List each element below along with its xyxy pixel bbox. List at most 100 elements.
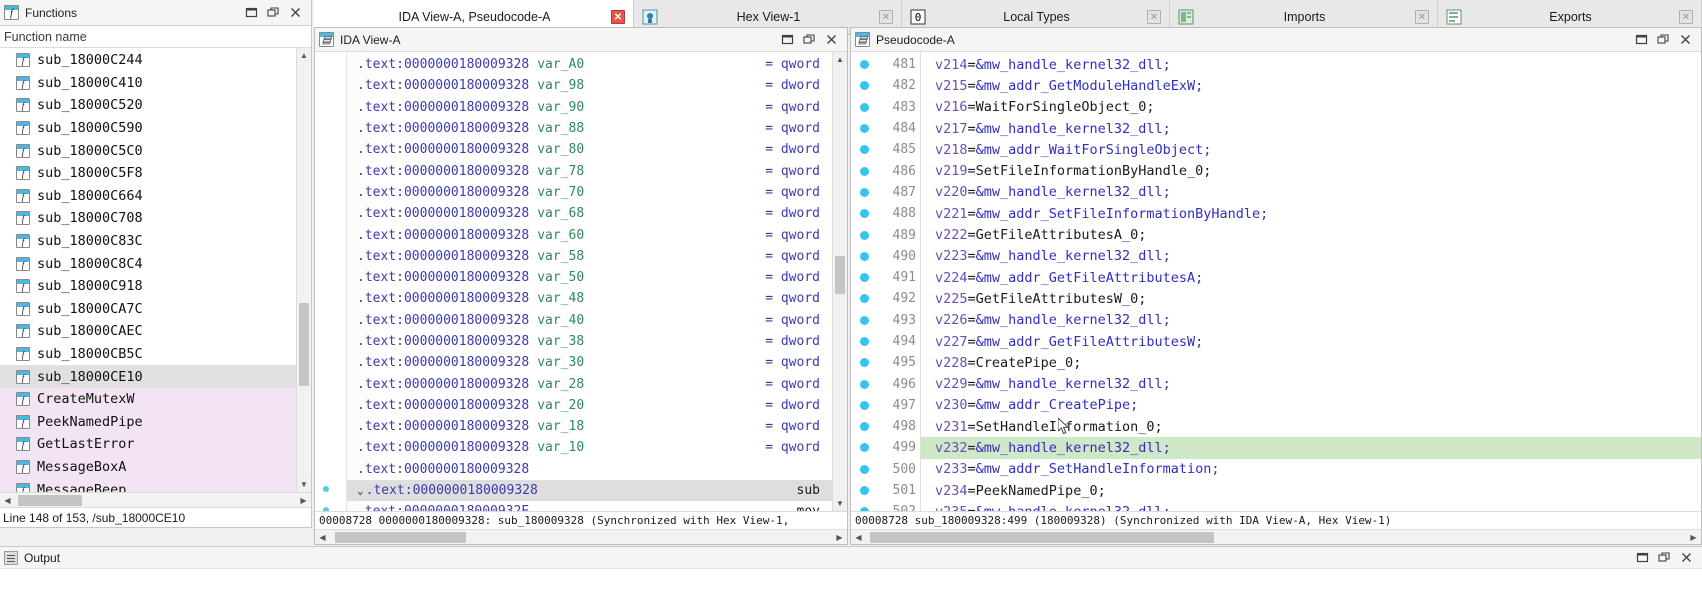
pseudocode-line-dot-icon[interactable] [859, 60, 869, 70]
function-list-item[interactable]: f sub_18000CAEC [0, 320, 296, 343]
pseudocode-breakpoint-row[interactable] [851, 437, 877, 458]
pseudocode-line-dot-icon[interactable] [859, 358, 869, 368]
pseudocode-line-dot-icon[interactable] [859, 166, 869, 176]
pseudocode-line[interactable]: v222 = GetFileAttributesA_0; [921, 224, 1701, 245]
pseudocode-line-dot-icon[interactable] [859, 400, 869, 410]
pseudocode-line[interactable]: v234 = PeekNamedPipe_0; [921, 480, 1701, 501]
vscroll-track[interactable] [297, 63, 311, 477]
pseudocode-line-dot-icon[interactable] [859, 422, 869, 432]
pseudocode-breakpoint-row[interactable] [851, 459, 877, 480]
ida-view-close-icon[interactable] [825, 33, 838, 46]
tab-close-icon[interactable]: ✕ [1679, 10, 1693, 24]
pseudocode-breakpoint-row[interactable] [851, 139, 877, 160]
tab-close-icon[interactable]: ✕ [1147, 10, 1161, 24]
tab-close-icon[interactable]: ✕ [1415, 10, 1429, 24]
ida-hscroll-track[interactable] [330, 530, 832, 545]
disassembly-line[interactable]: .text:0000000180009328 var_70 = qword [347, 182, 832, 203]
pc-hscroll-track[interactable] [866, 530, 1686, 545]
disassembly-line[interactable]: .text:0000000180009328 var_10 = qword [347, 437, 832, 458]
pseudocode-breakpoint-row[interactable] [851, 501, 877, 511]
function-list-item[interactable]: f sub_18000C5F8 [0, 162, 296, 185]
close-icon[interactable] [289, 6, 302, 19]
pseudocode-line[interactable]: v231 = SetHandleInformation_0; [921, 416, 1701, 437]
function-list-item[interactable]: f sub_18000CE10 [0, 365, 296, 388]
pseudocode-line-dot-icon[interactable] [859, 464, 869, 474]
pseudocode-line[interactable]: v229 = &mw_handle_kernel32_dll; [921, 373, 1701, 394]
vscroll-thumb[interactable] [299, 303, 309, 386]
output-undock-icon[interactable] [1658, 551, 1671, 564]
ida-scroll-down-icon[interactable]: ▼ [833, 496, 847, 511]
pseudocode-line[interactable]: v218 = &mw_addr_WaitForSingleObject; [921, 139, 1701, 160]
pseudocode-close-icon[interactable] [1679, 33, 1692, 46]
function-list-item[interactable]: f MessageBoxA [0, 455, 296, 479]
breakpoint-dot-icon[interactable] [323, 485, 329, 492]
breakpoint-dot-icon[interactable] [323, 507, 329, 511]
pseudocode-line[interactable]: v217 = &mw_handle_kernel32_dll; [921, 118, 1701, 139]
pseudocode-breakpoint-row[interactable] [851, 267, 877, 288]
disassembly-line[interactable]: .text:0000000180009328 var_28 = qword [347, 373, 832, 394]
pseudocode-line-dot-icon[interactable] [859, 486, 869, 496]
pseudocode-line[interactable]: v214 = &mw_handle_kernel32_dll; [921, 54, 1701, 75]
ida-scroll-right-icon[interactable]: ▶ [832, 530, 847, 545]
function-list-item[interactable]: f sub_18000C590 [0, 117, 296, 140]
pseudocode-breakpoint-row[interactable] [851, 331, 877, 352]
ida-scroll-left-icon[interactable]: ◀ [315, 530, 330, 545]
disassembly-line[interactable]: .text:0000000180009328 var_50 = dword [347, 267, 832, 288]
pseudocode-line[interactable]: v225 = GetFileAttributesW_0; [921, 288, 1701, 309]
pseudocode-line[interactable]: v228 = CreatePipe_0; [921, 352, 1701, 373]
disassembly-line[interactable]: .text:0000000180009328 var_58 = qword [347, 246, 832, 267]
pseudocode-line-dot-icon[interactable] [859, 251, 869, 261]
pseudocode-breakpoint-row[interactable] [851, 75, 877, 96]
disassembly-body[interactable]: .text:0000000180009328 var_A0 = qword .text… [315, 52, 847, 511]
pseudocode-breakpoint-row[interactable] [851, 416, 877, 437]
pseudocode-maximize-icon[interactable] [1635, 33, 1648, 46]
pseudocode-line[interactable]: v215 = &mw_addr_GetModuleHandleExW; [921, 75, 1701, 96]
functions-list[interactable]: f sub_18000C244 f sub_18000C410 f sub_18000C5… [0, 48, 296, 492]
ida-view-vertical-scrollbar[interactable]: ▲ ▼ [832, 52, 847, 511]
pseudocode-breakpoint-row[interactable] [851, 203, 877, 224]
pseudocode-line-dot-icon[interactable] [859, 443, 869, 453]
pseudocode-breakpoint-row[interactable] [851, 373, 877, 394]
disassembly-line[interactable]: .text:0000000180009328 var_80 = dword [347, 139, 832, 160]
pseudocode-breakpoint-gutter[interactable] [851, 52, 877, 511]
ida-vscroll-thumb[interactable] [835, 255, 845, 295]
ida-hscroll-thumb[interactable] [335, 531, 466, 543]
pseudocode-line[interactable]: v235 = &mw_handle_kernel32_dll; [921, 501, 1701, 511]
function-list-item[interactable]: f sub_18000C918 [0, 275, 296, 298]
function-list-item[interactable]: f sub_18000C83C [0, 230, 296, 253]
pseudocode-line-dot-icon[interactable] [859, 337, 869, 346]
pseudocode-breakpoint-row[interactable] [851, 288, 877, 309]
disassembly-line[interactable]: .text:0000000180009328 var_90 = qword [347, 97, 832, 118]
pseudocode-line[interactable]: v230 = &mw_addr_CreatePipe; [921, 395, 1701, 416]
pseudocode-line-dot-icon[interactable] [859, 379, 869, 389]
pseudocode-breakpoint-row[interactable] [851, 310, 877, 331]
pseudocode-horizontal-scrollbar[interactable]: ◀ ▶ [851, 529, 1701, 544]
pseudocode-line-dot-icon[interactable] [859, 315, 869, 325]
disassembly-line[interactable]: .text:0000000180009328 var_68 = dword [347, 203, 832, 224]
pseudocode-line-dot-icon[interactable] [859, 102, 869, 112]
pseudocode-line-dot-icon[interactable] [859, 145, 869, 155]
output-maximize-icon[interactable] [1636, 551, 1649, 564]
function-list-item[interactable]: f sub_18000CB5C [0, 343, 296, 366]
pseudocode-line-dot-icon[interactable] [859, 187, 869, 197]
functions-horizontal-scrollbar[interactable]: ◀ ▶ [0, 492, 311, 507]
pseudocode-line[interactable]: v224 = &mw_addr_GetFileAttributesA; [921, 267, 1701, 288]
pseudocode-line-dot-icon[interactable] [859, 81, 869, 91]
function-list-item[interactable]: f GetLastError [0, 433, 296, 456]
function-list-item[interactable]: f sub_18000CA7C [0, 298, 296, 321]
ida-vscroll-track[interactable] [833, 67, 847, 496]
scroll-up-icon[interactable]: ▲ [297, 48, 311, 63]
pc-scroll-right-icon[interactable]: ▶ [1686, 530, 1701, 545]
disassembly-line[interactable]: .text:0000000180009328 var_40 = qword [347, 310, 832, 331]
tab-close-icon[interactable]: ✕ [611, 10, 625, 24]
pseudocode-line-dot-icon[interactable] [859, 273, 869, 283]
pseudocode-line[interactable]: v227 = &mw_addr_GetFileAttributesW; [921, 331, 1701, 352]
ida-view-undock-icon[interactable] [803, 33, 816, 46]
function-list-item[interactable]: f sub_18000C520 [0, 94, 296, 117]
pseudocode-line-dot-icon[interactable] [859, 209, 869, 219]
pseudocode-line[interactable]: v216 = WaitForSingleObject_0; [921, 97, 1701, 118]
pseudocode-breakpoint-row[interactable] [851, 224, 877, 245]
functions-column-header[interactable]: Function name [0, 26, 311, 48]
pc-scroll-left-icon[interactable]: ◀ [851, 530, 866, 545]
output-close-icon[interactable] [1680, 551, 1693, 564]
